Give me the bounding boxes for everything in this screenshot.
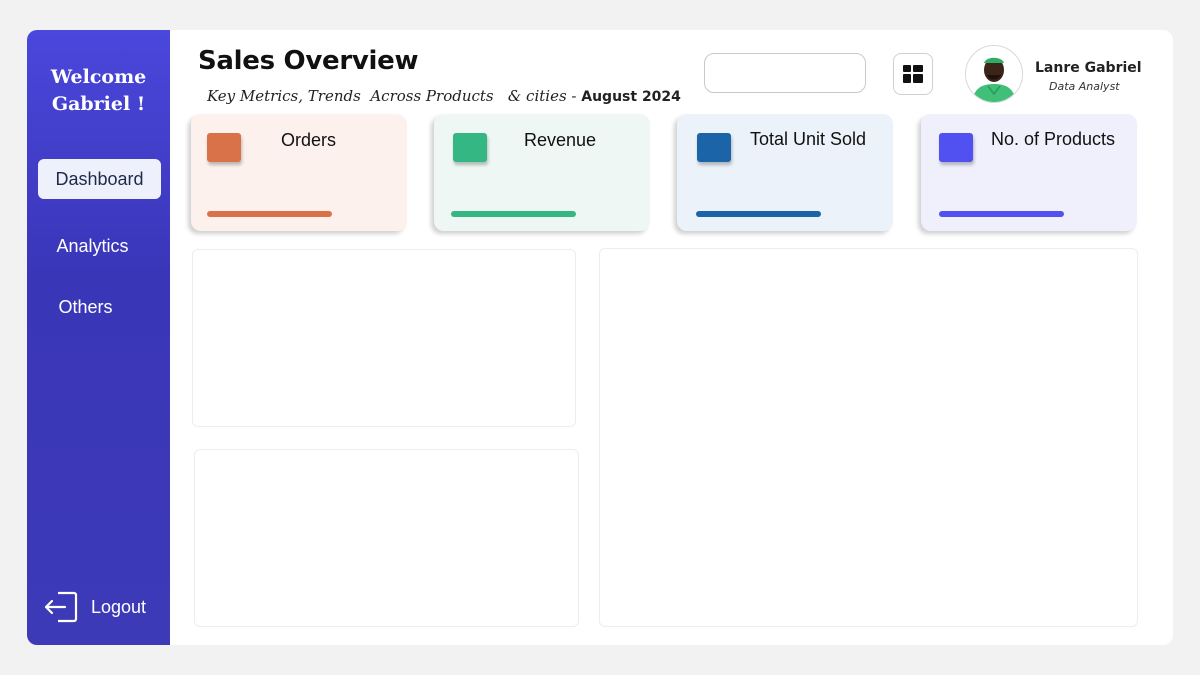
logout-button[interactable]: Logout	[43, 590, 163, 624]
kpi-accent-bar	[451, 211, 576, 217]
orders-color-swatch	[207, 133, 241, 162]
sidebar-item-dashboard[interactable]: Dashboard	[38, 159, 161, 199]
sidebar-item-label: Dashboard	[55, 169, 144, 189]
products-color-swatch	[939, 133, 973, 162]
subtitle-period: August 2024	[581, 89, 681, 105]
revenue-color-swatch	[453, 133, 487, 162]
kpi-card-total-unit-sold[interactable]: Total Unit Sold	[677, 114, 893, 231]
kpi-accent-bar	[207, 211, 332, 217]
page-subtitle: Key Metrics, Trends Across Products & ci…	[207, 87, 681, 105]
kpi-label: Total Unit Sold	[750, 129, 867, 149]
sidebar-item-others[interactable]: Others	[27, 287, 147, 327]
user-name: Lanre Gabriel	[1035, 60, 1142, 76]
grid-view-button[interactable]	[893, 53, 933, 95]
subtitle-text: Key Metrics, Trends Across Products & ci…	[207, 87, 582, 105]
sidebar-item-analytics[interactable]: Analytics	[31, 226, 154, 266]
user-photo	[966, 46, 1022, 102]
search-input[interactable]	[704, 53, 866, 93]
chart-panel-right	[599, 248, 1138, 627]
kpi-label: No. of Products	[991, 129, 1116, 149]
sidebar-item-label: Others	[58, 297, 113, 317]
kpi-card-revenue[interactable]: Revenue	[434, 114, 650, 231]
kpi-accent-bar	[696, 211, 821, 217]
welcome-line-1: Welcome	[50, 66, 147, 88]
kpi-card-orders[interactable]: Orders	[191, 114, 407, 231]
kpi-label: Revenue	[524, 130, 597, 150]
logout-icon	[44, 591, 78, 623]
grid-icon	[903, 65, 923, 83]
kpi-card-no-of-products[interactable]: No. of Products	[921, 114, 1137, 231]
user-role: Data Analyst	[1049, 80, 1120, 93]
page-title: Sales Overview	[198, 46, 419, 76]
dashboard-frame: Welcome Gabriel ! Dashboard Analytics Ot…	[27, 30, 1173, 645]
welcome-line-2: Gabriel !	[51, 93, 146, 115]
chart-panel-top-left	[192, 249, 576, 427]
sidebar-item-label: Analytics	[56, 236, 129, 256]
kpi-label: Orders	[281, 130, 337, 150]
sidebar: Welcome Gabriel ! Dashboard Analytics Ot…	[27, 30, 170, 645]
chart-panel-bottom-left	[194, 449, 579, 627]
welcome-message: Welcome Gabriel !	[27, 64, 170, 118]
units-color-swatch	[697, 133, 731, 162]
logout-label: Logout	[91, 596, 147, 617]
kpi-accent-bar	[939, 211, 1064, 217]
avatar[interactable]	[965, 45, 1023, 103]
